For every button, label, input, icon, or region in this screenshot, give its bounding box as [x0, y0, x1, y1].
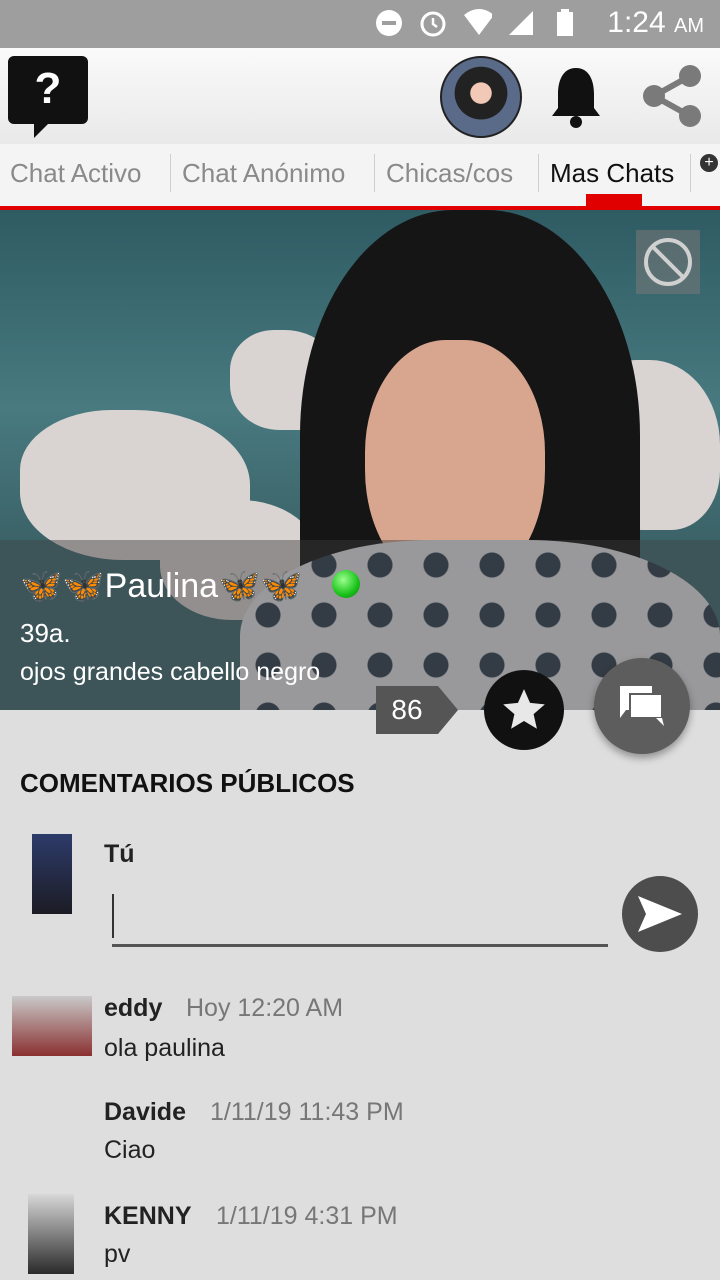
profile-photo[interactable]: 🦋🦋Paulina🦋🦋 39a. ojos grandes cabello ne… — [0, 210, 720, 710]
tab-divider — [374, 154, 375, 192]
wifi-icon — [462, 8, 492, 38]
start-chat-button[interactable] — [594, 658, 690, 754]
add-tab-icon[interactable]: + — [700, 154, 718, 172]
comment-text: ola paulina — [104, 1034, 225, 1062]
tab-divider — [690, 154, 691, 192]
send-icon — [638, 896, 682, 932]
send-button[interactable] — [622, 876, 698, 952]
comment-time: 1/11/19 4:31 PM — [216, 1202, 398, 1230]
tab-mas-chats[interactable]: Mas Chats — [550, 158, 674, 189]
likes-count: 86 — [376, 686, 458, 734]
notifications-button[interactable] — [548, 64, 604, 133]
share-button[interactable] — [638, 62, 706, 135]
comment-text: Ciao — [104, 1136, 156, 1164]
share-icon — [643, 65, 701, 127]
comment-time: Hoy 12:20 AM — [186, 994, 344, 1022]
tab-chicas-cos[interactable]: Chicas/cos — [386, 158, 513, 189]
notifications-icon — [552, 68, 600, 128]
comment-author[interactable]: KENNY — [104, 1202, 192, 1231]
block-icon — [644, 238, 692, 286]
tab-bar: Chat Activo Chat Anónimo Chicas/cos Mas … — [0, 144, 720, 210]
status-time: 1:24 AM — [607, 6, 704, 39]
block-button[interactable] — [636, 230, 700, 294]
alarm-icon — [418, 8, 448, 38]
status-icons — [374, 8, 580, 38]
help-button[interactable]: ? — [8, 56, 88, 138]
profile-name: 🦋🦋Paulina🦋🦋 — [20, 567, 303, 605]
favorite-button[interactable] — [484, 670, 564, 750]
profile-description: ojos grandes cabello negro — [20, 658, 321, 686]
active-tab-indicator — [586, 194, 642, 206]
tab-chat-activo[interactable]: Chat Activo — [10, 158, 142, 189]
tab-chat-anonimo[interactable]: Chat Anónimo — [182, 158, 345, 189]
comment-avatar[interactable] — [12, 996, 92, 1056]
comment-author[interactable]: Davide — [104, 1098, 186, 1127]
my-avatar — [32, 834, 72, 914]
comment-text: pv — [104, 1240, 131, 1268]
signal-icon — [506, 8, 536, 38]
online-indicator-icon — [332, 570, 360, 598]
comment-input[interactable] — [112, 890, 608, 947]
chat-icon — [620, 686, 664, 726]
my-name-label: Tú — [104, 840, 135, 868]
comment-avatar[interactable] — [28, 1194, 74, 1274]
comment-author[interactable]: eddy — [104, 994, 162, 1023]
status-bar: 1:24 AM — [0, 0, 720, 48]
dnd-icon — [374, 8, 404, 38]
battery-icon — [550, 8, 580, 38]
comment-time: 1/11/19 11:43 PM — [210, 1098, 404, 1126]
app-bar: ? — [0, 48, 720, 144]
comments-title: COMENTARIOS PÚBLICOS — [20, 768, 355, 798]
tab-divider — [170, 154, 171, 192]
help-icon: ? — [34, 64, 62, 113]
star-icon — [503, 689, 545, 729]
user-avatar[interactable] — [440, 56, 522, 138]
tab-divider — [538, 154, 539, 192]
profile-age: 39a. — [20, 618, 71, 648]
